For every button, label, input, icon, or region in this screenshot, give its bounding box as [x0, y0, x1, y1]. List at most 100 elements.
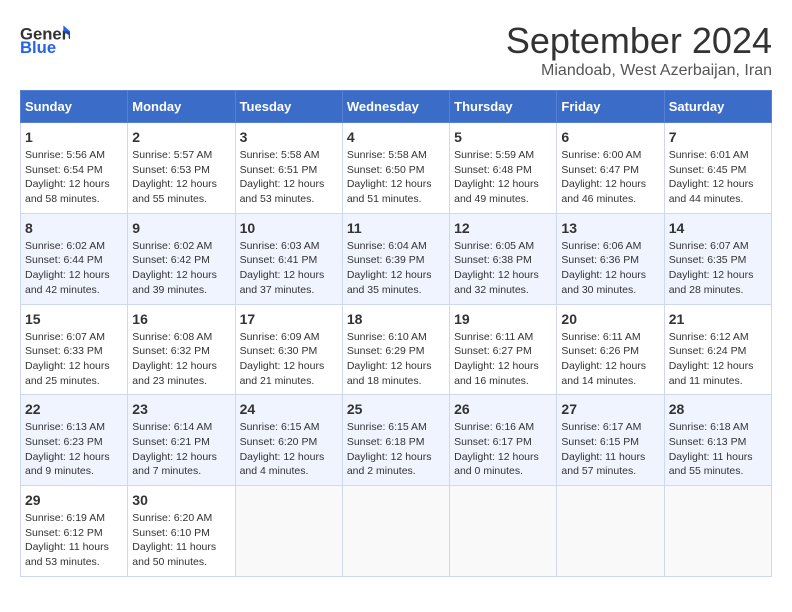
day-info: Sunrise: 5:57 AM Sunset: 6:53 PM Dayligh… — [132, 148, 230, 207]
day-info: Sunrise: 6:14 AM Sunset: 6:21 PM Dayligh… — [132, 420, 230, 479]
day-info: Sunrise: 5:58 AM Sunset: 6:51 PM Dayligh… — [240, 148, 338, 207]
day-info: Sunrise: 6:07 AM Sunset: 6:35 PM Dayligh… — [669, 239, 767, 298]
calendar-header-row: Sunday Monday Tuesday Wednesday Thursday… — [21, 91, 772, 123]
day-info: Sunrise: 6:05 AM Sunset: 6:38 PM Dayligh… — [454, 239, 552, 298]
day-info: Sunrise: 5:59 AM Sunset: 6:48 PM Dayligh… — [454, 148, 552, 207]
day-number: 13 — [561, 220, 659, 236]
day-info: Sunrise: 6:16 AM Sunset: 6:17 PM Dayligh… — [454, 420, 552, 479]
day-number: 9 — [132, 220, 230, 236]
table-row — [664, 486, 771, 577]
calendar-week-row: 15 Sunrise: 6:07 AM Sunset: 6:33 PM Dayl… — [21, 304, 772, 395]
col-friday: Friday — [557, 91, 664, 123]
day-number: 17 — [240, 311, 338, 327]
table-row: 14 Sunrise: 6:07 AM Sunset: 6:35 PM Dayl… — [664, 213, 771, 304]
day-info: Sunrise: 6:20 AM Sunset: 6:10 PM Dayligh… — [132, 511, 230, 570]
day-number: 26 — [454, 401, 552, 417]
table-row: 5 Sunrise: 5:59 AM Sunset: 6:48 PM Dayli… — [450, 123, 557, 214]
day-number: 4 — [347, 129, 445, 145]
day-info: Sunrise: 6:06 AM Sunset: 6:36 PM Dayligh… — [561, 239, 659, 298]
day-info: Sunrise: 6:09 AM Sunset: 6:30 PM Dayligh… — [240, 330, 338, 389]
table-row: 23 Sunrise: 6:14 AM Sunset: 6:21 PM Dayl… — [128, 395, 235, 486]
table-row: 25 Sunrise: 6:15 AM Sunset: 6:18 PM Dayl… — [342, 395, 449, 486]
day-number: 25 — [347, 401, 445, 417]
table-row: 4 Sunrise: 5:58 AM Sunset: 6:50 PM Dayli… — [342, 123, 449, 214]
calendar-week-row: 8 Sunrise: 6:02 AM Sunset: 6:44 PM Dayli… — [21, 213, 772, 304]
day-number: 6 — [561, 129, 659, 145]
day-info: Sunrise: 5:58 AM Sunset: 6:50 PM Dayligh… — [347, 148, 445, 207]
col-thursday: Thursday — [450, 91, 557, 123]
day-info: Sunrise: 6:07 AM Sunset: 6:33 PM Dayligh… — [25, 330, 123, 389]
day-number: 7 — [669, 129, 767, 145]
day-number: 24 — [240, 401, 338, 417]
day-info: Sunrise: 6:02 AM Sunset: 6:44 PM Dayligh… — [25, 239, 123, 298]
table-row: 16 Sunrise: 6:08 AM Sunset: 6:32 PM Dayl… — [128, 304, 235, 395]
day-info: Sunrise: 6:12 AM Sunset: 6:24 PM Dayligh… — [669, 330, 767, 389]
day-info: Sunrise: 6:08 AM Sunset: 6:32 PM Dayligh… — [132, 330, 230, 389]
table-row: 30 Sunrise: 6:20 AM Sunset: 6:10 PM Dayl… — [128, 486, 235, 577]
table-row: 10 Sunrise: 6:03 AM Sunset: 6:41 PM Dayl… — [235, 213, 342, 304]
day-number: 22 — [25, 401, 123, 417]
day-number: 19 — [454, 311, 552, 327]
calendar-week-row: 22 Sunrise: 6:13 AM Sunset: 6:23 PM Dayl… — [21, 395, 772, 486]
table-row: 13 Sunrise: 6:06 AM Sunset: 6:36 PM Dayl… — [557, 213, 664, 304]
table-row — [342, 486, 449, 577]
day-number: 20 — [561, 311, 659, 327]
table-row: 19 Sunrise: 6:11 AM Sunset: 6:27 PM Dayl… — [450, 304, 557, 395]
day-number: 15 — [25, 311, 123, 327]
day-info: Sunrise: 6:18 AM Sunset: 6:13 PM Dayligh… — [669, 420, 767, 479]
logo-icon: General Blue — [20, 20, 70, 60]
day-info: Sunrise: 6:01 AM Sunset: 6:45 PM Dayligh… — [669, 148, 767, 207]
location-title: Miandoab, West Azerbaijan, Iran — [506, 62, 772, 80]
table-row: 28 Sunrise: 6:18 AM Sunset: 6:13 PM Dayl… — [664, 395, 771, 486]
day-info: Sunrise: 6:00 AM Sunset: 6:47 PM Dayligh… — [561, 148, 659, 207]
day-info: Sunrise: 6:11 AM Sunset: 6:26 PM Dayligh… — [561, 330, 659, 389]
day-number: 2 — [132, 129, 230, 145]
calendar-table: Sunday Monday Tuesday Wednesday Thursday… — [20, 90, 772, 577]
day-info: Sunrise: 6:10 AM Sunset: 6:29 PM Dayligh… — [347, 330, 445, 389]
day-number: 28 — [669, 401, 767, 417]
table-row: 17 Sunrise: 6:09 AM Sunset: 6:30 PM Dayl… — [235, 304, 342, 395]
table-row: 1 Sunrise: 5:56 AM Sunset: 6:54 PM Dayli… — [21, 123, 128, 214]
table-row: 12 Sunrise: 6:05 AM Sunset: 6:38 PM Dayl… — [450, 213, 557, 304]
day-number: 29 — [25, 492, 123, 508]
col-saturday: Saturday — [664, 91, 771, 123]
table-row: 21 Sunrise: 6:12 AM Sunset: 6:24 PM Dayl… — [664, 304, 771, 395]
calendar-week-row: 1 Sunrise: 5:56 AM Sunset: 6:54 PM Dayli… — [21, 123, 772, 214]
day-info: Sunrise: 6:04 AM Sunset: 6:39 PM Dayligh… — [347, 239, 445, 298]
day-number: 5 — [454, 129, 552, 145]
day-info: Sunrise: 6:11 AM Sunset: 6:27 PM Dayligh… — [454, 330, 552, 389]
day-number: 1 — [25, 129, 123, 145]
day-number: 12 — [454, 220, 552, 236]
table-row: 11 Sunrise: 6:04 AM Sunset: 6:39 PM Dayl… — [342, 213, 449, 304]
calendar-week-row: 29 Sunrise: 6:19 AM Sunset: 6:12 PM Dayl… — [21, 486, 772, 577]
day-info: Sunrise: 6:19 AM Sunset: 6:12 PM Dayligh… — [25, 511, 123, 570]
col-wednesday: Wednesday — [342, 91, 449, 123]
table-row: 15 Sunrise: 6:07 AM Sunset: 6:33 PM Dayl… — [21, 304, 128, 395]
table-row: 22 Sunrise: 6:13 AM Sunset: 6:23 PM Dayl… — [21, 395, 128, 486]
day-number: 18 — [347, 311, 445, 327]
table-row: 8 Sunrise: 6:02 AM Sunset: 6:44 PM Dayli… — [21, 213, 128, 304]
day-number: 14 — [669, 220, 767, 236]
day-info: Sunrise: 6:02 AM Sunset: 6:42 PM Dayligh… — [132, 239, 230, 298]
day-number: 23 — [132, 401, 230, 417]
day-number: 30 — [132, 492, 230, 508]
logo: General Blue — [20, 20, 70, 60]
table-row: 3 Sunrise: 5:58 AM Sunset: 6:51 PM Dayli… — [235, 123, 342, 214]
table-row: 27 Sunrise: 6:17 AM Sunset: 6:15 PM Dayl… — [557, 395, 664, 486]
day-info: Sunrise: 6:17 AM Sunset: 6:15 PM Dayligh… — [561, 420, 659, 479]
table-row: 18 Sunrise: 6:10 AM Sunset: 6:29 PM Dayl… — [342, 304, 449, 395]
day-number: 21 — [669, 311, 767, 327]
col-sunday: Sunday — [21, 91, 128, 123]
day-info: Sunrise: 6:15 AM Sunset: 6:20 PM Dayligh… — [240, 420, 338, 479]
table-row: 24 Sunrise: 6:15 AM Sunset: 6:20 PM Dayl… — [235, 395, 342, 486]
svg-text:Blue: Blue — [20, 38, 56, 57]
day-number: 11 — [347, 220, 445, 236]
col-monday: Monday — [128, 91, 235, 123]
day-number: 16 — [132, 311, 230, 327]
table-row: 7 Sunrise: 6:01 AM Sunset: 6:45 PM Dayli… — [664, 123, 771, 214]
day-info: Sunrise: 6:03 AM Sunset: 6:41 PM Dayligh… — [240, 239, 338, 298]
table-row — [235, 486, 342, 577]
day-number: 27 — [561, 401, 659, 417]
day-info: Sunrise: 6:15 AM Sunset: 6:18 PM Dayligh… — [347, 420, 445, 479]
table-row: 26 Sunrise: 6:16 AM Sunset: 6:17 PM Dayl… — [450, 395, 557, 486]
